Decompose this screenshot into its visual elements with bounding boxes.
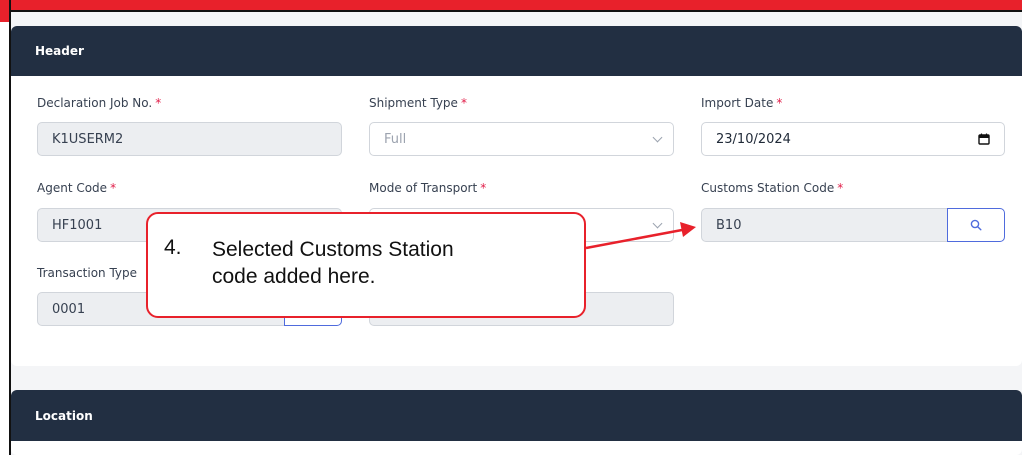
calendar-icon[interactable] bbox=[978, 133, 990, 145]
required-asterisk: * bbox=[776, 96, 783, 110]
frame-top-border bbox=[9, 10, 1022, 12]
header-section-title-bar: Header bbox=[11, 26, 1022, 76]
shipment-type-select[interactable]: Full bbox=[369, 122, 674, 156]
annotation-text: Selected Customs Station code added here… bbox=[212, 236, 572, 290]
import-date-label: Import Date * bbox=[701, 96, 783, 110]
chevron-down-icon bbox=[652, 132, 663, 143]
location-section-title: Location bbox=[35, 408, 93, 423]
agent-code-label: Agent Code * bbox=[37, 181, 117, 195]
declaration-job-no-label: Declaration Job No. * bbox=[37, 96, 162, 110]
chevron-down-icon bbox=[652, 218, 663, 229]
annotation-callout: 4. Selected Customs Station code added h… bbox=[146, 212, 586, 318]
customs-station-search-button[interactable] bbox=[947, 208, 1005, 242]
required-asterisk: * bbox=[480, 181, 487, 195]
mode-of-transport-label: Mode of Transport * bbox=[369, 181, 487, 195]
search-icon bbox=[970, 219, 982, 231]
header-section-title: Header bbox=[35, 44, 84, 58]
shipment-type-label: Shipment Type * bbox=[369, 96, 467, 110]
location-section-card: Location bbox=[11, 390, 1022, 455]
required-asterisk: * bbox=[837, 181, 844, 195]
location-section-title-bar: Location bbox=[11, 390, 1022, 441]
customs-station-code-field: B10 bbox=[701, 208, 948, 242]
frame-left-border bbox=[9, 0, 11, 455]
customs-station-code-label: Customs Station Code * bbox=[701, 181, 844, 195]
import-date-input[interactable]: 23/10/2024 bbox=[701, 122, 1005, 156]
annotation-step-number: 4. bbox=[164, 236, 182, 259]
annotation-text-line2: code added here. bbox=[212, 265, 376, 288]
declaration-job-no-field: K1USERM2 bbox=[37, 122, 342, 156]
transaction-type-label: Transaction Type bbox=[37, 266, 138, 280]
required-asterisk: * bbox=[110, 181, 117, 195]
required-asterisk: * bbox=[460, 96, 467, 110]
annotation-text-line1: Selected Customs Station bbox=[212, 238, 454, 261]
required-asterisk: * bbox=[155, 96, 162, 110]
